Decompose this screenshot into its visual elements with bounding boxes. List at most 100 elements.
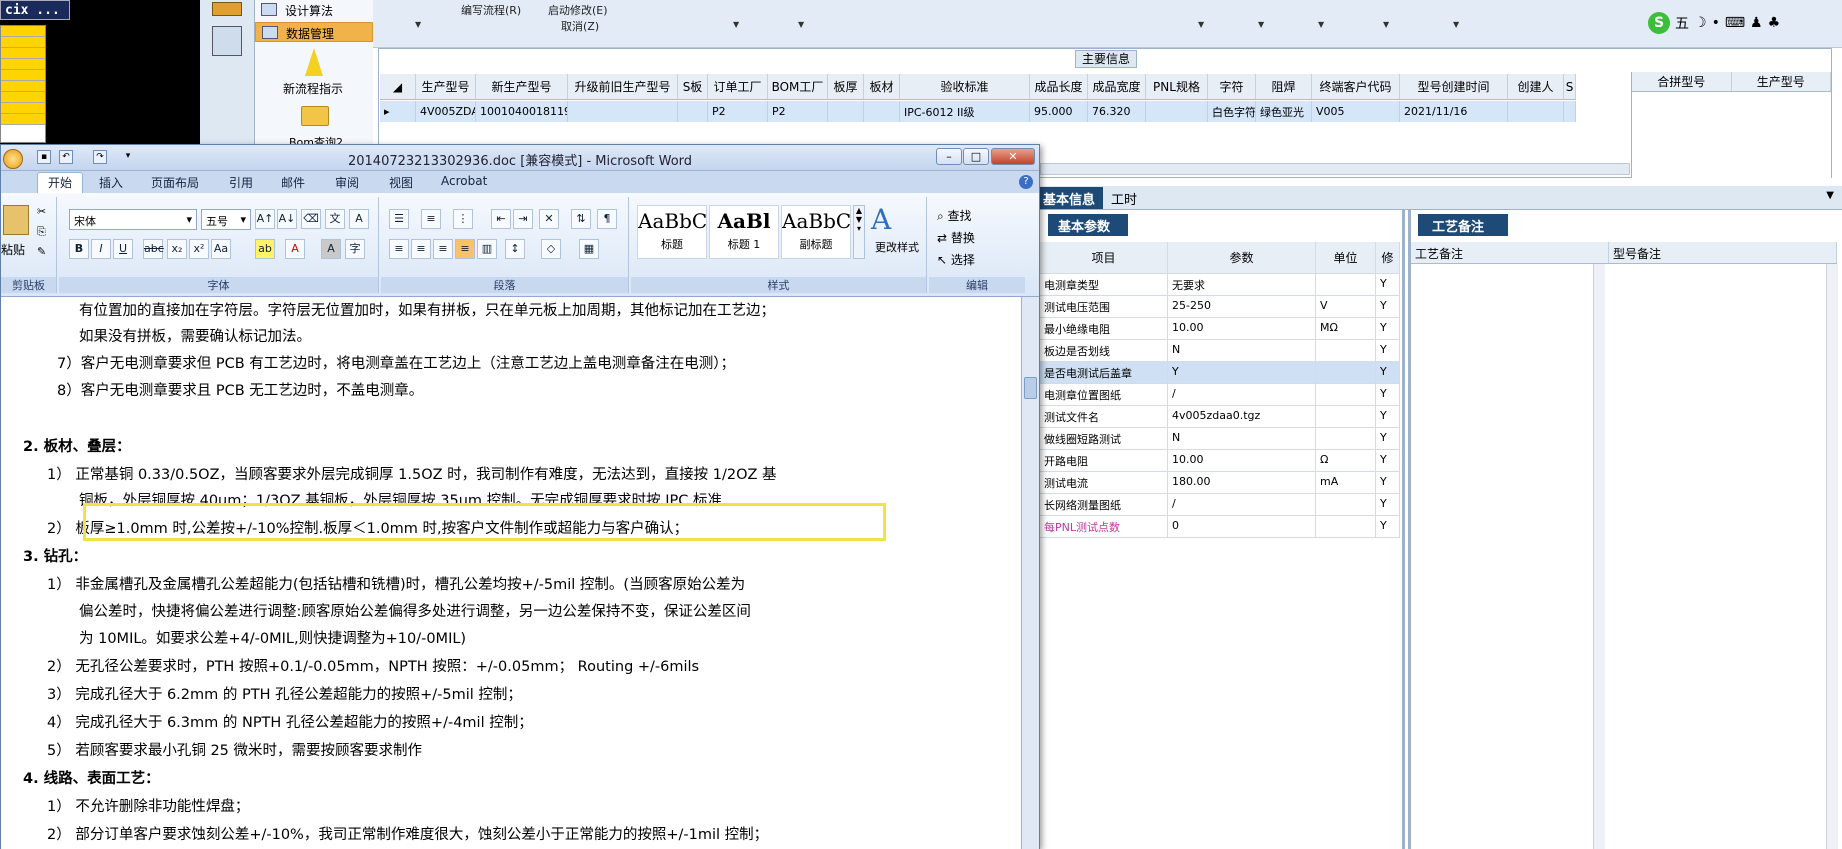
align-left-icon[interactable]: ≡ [389,239,409,259]
borders-icon[interactable]: ▦ [579,239,599,259]
param-value[interactable]: 10.00 [1168,318,1316,339]
chevron-down-icon[interactable]: ▾ [240,213,246,226]
grid-cell[interactable]: P2 [708,101,768,122]
table-row[interactable]: 测试电流 180.00 mA Y [1040,472,1400,494]
grid-col-header[interactable]: 新生产型号 [476,74,568,99]
decrease-indent-icon[interactable]: ⇤ [491,209,511,229]
underline-icon[interactable]: U [113,239,133,259]
tab-acrobat[interactable]: Acrobat [441,174,487,188]
styles-scroll-icon[interactable]: ▲ ▼ ▾ [853,205,865,259]
font-name-combo[interactable]: 宋体 ▾ [69,209,197,230]
grid-cell[interactable]: V005 [1312,101,1400,122]
tab-view[interactable]: 视图 [389,174,413,191]
phonetic-icon[interactable]: 文 [325,209,345,229]
grid-col-header[interactable]: 型号创建时间 [1400,74,1508,99]
moon-icon[interactable]: ☽ [1694,15,1707,31]
style-heading-1[interactable]: AaBl 标题 1 [709,205,779,259]
tab-insert[interactable]: 插入 [99,174,123,191]
replace-button[interactable]: ⇄ 替换 [937,229,975,246]
sort-icon[interactable]: ⇅ [571,209,591,229]
chevron-down-icon[interactable]: ▼ [1826,190,1834,201]
grid-cell[interactable] [1146,101,1208,122]
grid-col-header[interactable]: 成品长度 [1030,74,1088,99]
chevron-down-icon[interactable]: ▼ [1318,20,1324,29]
grid-col-header[interactable]: S [1564,74,1576,99]
bold-icon[interactable]: B [69,239,89,259]
param-col-header[interactable]: 参数 [1168,242,1316,273]
style-title[interactable]: AaBbC 标题 [637,205,707,259]
chevron-down-icon[interactable]: ▼ [415,20,421,29]
grid-cell[interactable]: 2021/11/16 [1400,101,1508,122]
select-button[interactable]: ↖ 选择 [937,251,975,268]
numbering-icon[interactable]: ≡ [421,209,441,229]
menu-item-data-management[interactable]: 数据管理 [255,22,373,42]
craft-scrollbar[interactable] [1593,264,1605,849]
tab-craft-remarks[interactable]: 工艺备注 [1418,214,1508,236]
param-value[interactable]: 10.00 [1168,450,1316,471]
table-row[interactable]: 开路电阻 10.00 Ω Y [1040,450,1400,472]
grid-cell[interactable] [864,101,900,122]
grid-cell[interactable]: IPC-6012 II级 [900,101,1030,122]
table-row[interactable]: 电测章位置图纸 / Y [1040,384,1400,406]
param-value[interactable]: / [1168,384,1316,405]
grid-cell[interactable]: 绿色亚光 [1256,101,1312,122]
merge-col-header[interactable]: 生产型号 [1732,72,1831,91]
tab-page-layout[interactable]: 页面布局 [151,174,199,191]
chinese-layout-icon[interactable]: ✕ [539,209,559,229]
justify-icon[interactable]: ≡ [455,239,475,259]
minimize-icon[interactable]: – [936,148,962,165]
grid-cell[interactable] [828,101,864,122]
param-value[interactable]: 180.00 [1168,472,1316,493]
craft-col-header[interactable]: 工艺备注 [1411,242,1609,263]
grid-col-header[interactable]: 成品宽度 [1088,74,1146,99]
ime-mode-label[interactable]: 五 [1675,13,1689,33]
word-title-bar[interactable]: ▪ ↶ ↷ ▾ 20140723213302936.doc [兼容模式] - M… [1,145,1039,171]
dot-icon[interactable]: • [1712,15,1720,31]
menu-item-design-algorithm[interactable]: 设计算法 [255,0,373,20]
grid-col-header[interactable]: PNL规格 [1146,74,1208,99]
grid-col-header[interactable]: 字符 [1208,74,1256,99]
style-subtitle[interactable]: AaBbC 副标题 [781,205,851,259]
copy-icon[interactable]: ⎘ [37,225,46,239]
subscript-icon[interactable]: x₂ [167,239,187,259]
tab-basic-params[interactable]: 基本参数 [1048,214,1128,236]
param-value[interactable]: 25-250 [1168,296,1316,317]
distributed-icon[interactable]: ▥ [477,239,497,259]
grow-font-icon[interactable]: A↑ [255,209,275,229]
align-center-icon[interactable]: ≡ [411,239,431,259]
menu-item-new-flow[interactable]: 新流程指示 [283,80,343,97]
grid-col-header[interactable]: 阻焊 [1256,74,1312,99]
grid-cell[interactable]: 白色字符 [1208,101,1256,122]
param-value[interactable]: 无要求 [1168,274,1316,295]
table-row[interactable]: ▸ 4V005ZDAA0 10010400181194 P2 P2 IPC-60… [380,101,1576,122]
change-case-icon[interactable]: Aa [211,239,231,259]
grid-cell[interactable]: 10010400181194 [476,101,568,122]
tab-references[interactable]: 引用 [229,174,253,191]
grid-col-header[interactable]: 验收标准 [900,74,1030,99]
chevron-down-icon[interactable]: ▼ [1198,20,1204,29]
table-row[interactable]: 板边是否划线 N Y [1040,340,1400,362]
table-row[interactable]: 长网络测量图纸 / Y [1040,494,1400,516]
param-value[interactable]: Y [1168,362,1316,383]
format-painter-icon[interactable]: ✎ [37,245,46,258]
tab-home[interactable]: 开始 [37,172,84,193]
multilevel-list-icon[interactable]: ⋮ [453,209,473,229]
shading-icon[interactable]: ◇ [541,239,561,259]
highlight-icon[interactable]: ab [255,239,275,259]
grid-col-header[interactable]: 创建人 [1508,74,1564,99]
font-color-icon[interactable]: A [285,239,305,259]
skin-icon[interactable]: ♣ [1768,15,1781,31]
tab-work-hours[interactable]: 工时 [1103,187,1145,209]
param-value[interactable]: 4v005zdaa0.tgz [1168,406,1316,427]
param-value[interactable]: / [1168,494,1316,515]
grid-col-header[interactable]: 订单工厂 [708,74,768,99]
enclose-char-icon[interactable]: 字 [345,239,365,259]
table-row[interactable]: 最小绝缘电阻 10.00 MΩ Y [1040,318,1400,340]
paste-button[interactable]: 粘贴 [1,241,25,258]
chevron-down-icon[interactable]: ▼ [798,20,804,29]
table-row[interactable]: 做线圈短路测试 N Y [1040,428,1400,450]
grid-cell[interactable]: P2 [768,101,828,122]
grid-cell[interactable] [568,101,678,122]
edit-flow-button[interactable]: 编写流程(R) [461,2,521,18]
table-row[interactable]: 每PNL测试点数 0 Y [1040,516,1400,538]
